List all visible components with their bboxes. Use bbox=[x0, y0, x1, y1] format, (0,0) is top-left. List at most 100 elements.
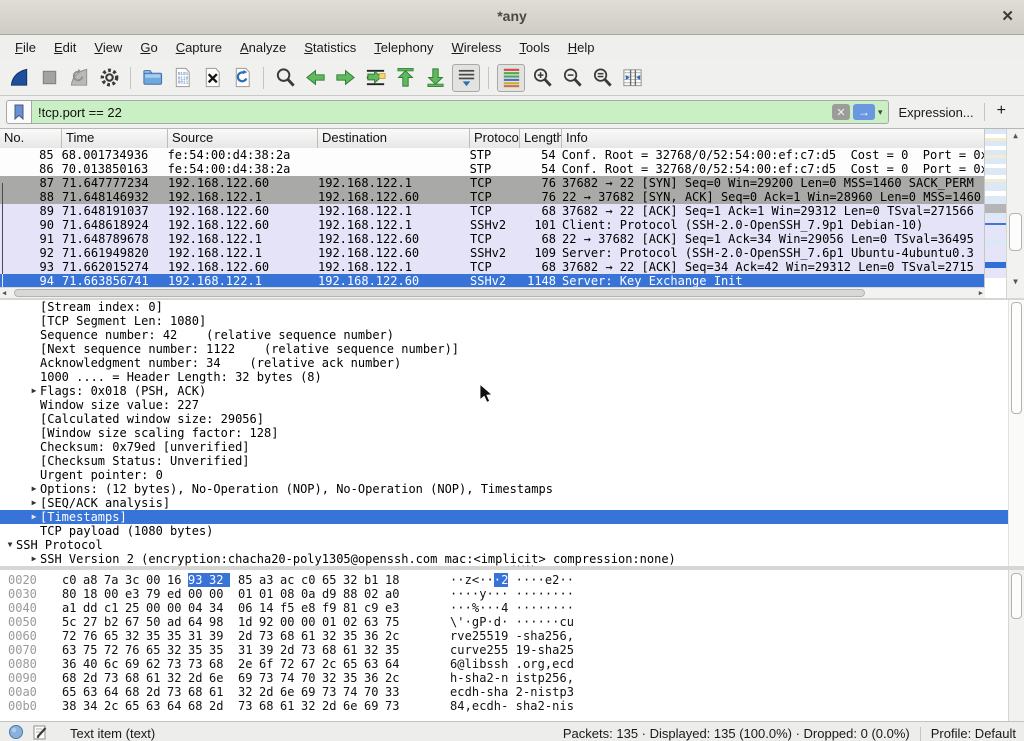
auto-scroll-icon[interactable] bbox=[452, 64, 480, 92]
hex-byte[interactable]: a8 bbox=[83, 573, 104, 587]
hex-byte[interactable]: 2d bbox=[322, 699, 343, 713]
hex-byte[interactable]: 2c bbox=[322, 657, 343, 671]
stop-capture-icon[interactable] bbox=[36, 65, 62, 91]
hex-byte[interactable]: 32 bbox=[301, 699, 322, 713]
hex-byte[interactable]: 2c bbox=[385, 629, 406, 643]
hex-byte[interactable]: 39 bbox=[209, 629, 230, 643]
packet-row-91[interactable]: 9171.648789678192.168.122.1192.168.122.6… bbox=[0, 232, 985, 246]
hex-byte[interactable]: 1d bbox=[238, 615, 259, 629]
hex-byte[interactable]: 65 bbox=[343, 657, 364, 671]
hex-byte[interactable]: 6c bbox=[104, 657, 125, 671]
hex-byte[interactable]: 35 bbox=[167, 629, 188, 643]
expression-button[interactable]: Expression... bbox=[889, 105, 984, 120]
hex-byte[interactable]: 35 bbox=[188, 643, 209, 657]
colorize-icon[interactable] bbox=[497, 64, 525, 92]
hex-byte[interactable]: 62 bbox=[146, 657, 167, 671]
status-profile[interactable]: Profile: Default bbox=[931, 726, 1016, 741]
hex-byte[interactable]: 76 bbox=[83, 629, 104, 643]
hex-byte[interactable]: ac bbox=[280, 573, 301, 587]
scroll-thumb[interactable] bbox=[14, 289, 865, 297]
hex-byte[interactable]: 2d bbox=[188, 671, 209, 685]
hex-byte[interactable]: 75 bbox=[385, 615, 406, 629]
hex-byte[interactable]: 14 bbox=[259, 601, 280, 615]
expand-arrow-icon[interactable]: ▶ bbox=[28, 552, 40, 566]
scroll-up-icon[interactable]: ▲ bbox=[1007, 131, 1024, 140]
hex-byte[interactable]: 00 bbox=[146, 601, 167, 615]
hex-byte[interactable]: 00 bbox=[167, 601, 188, 615]
hex-byte[interactable]: c1 bbox=[104, 601, 125, 615]
expand-arrow-icon[interactable]: ▼ bbox=[4, 538, 16, 552]
hex-row-0080[interactable]: 008036406c69627373682e6f72672c6563646@li… bbox=[0, 657, 1024, 671]
hex-byte[interactable]: b1 bbox=[364, 573, 385, 587]
menu-edit[interactable]: Edit bbox=[45, 37, 85, 58]
hex-byte[interactable]: 65 bbox=[146, 643, 167, 657]
hex-byte[interactable]: d9 bbox=[322, 587, 343, 601]
menu-telephony[interactable]: Telephony bbox=[365, 37, 442, 58]
detail-line[interactable]: [Checksum Status: Unverified] bbox=[0, 454, 1024, 468]
expand-arrow-icon[interactable]: ▶ bbox=[28, 384, 40, 398]
hex-byte[interactable]: 80 bbox=[62, 587, 83, 601]
hex-byte[interactable]: 68 bbox=[209, 657, 230, 671]
detail-line[interactable]: Sequence number: 42 (relative sequence n… bbox=[0, 328, 1024, 342]
hex-byte[interactable]: 73 bbox=[259, 629, 280, 643]
hex-byte[interactable]: 79 bbox=[146, 587, 167, 601]
hex-byte[interactable]: 75 bbox=[83, 643, 104, 657]
hex-byte[interactable]: 32 bbox=[167, 643, 188, 657]
hex-byte[interactable]: 70 bbox=[364, 685, 385, 699]
hex-byte[interactable]: 88 bbox=[343, 587, 364, 601]
hex-byte[interactable]: dd bbox=[83, 601, 104, 615]
hex-byte[interactable]: 2d bbox=[259, 685, 280, 699]
hex-byte[interactable]: 36 bbox=[62, 657, 83, 671]
hex-row-0090[interactable]: 0090682d736861322d6e697374703235362ch-sh… bbox=[0, 671, 1024, 685]
packet-row-87[interactable]: 8771.647777234192.168.122.60192.168.122.… bbox=[0, 176, 985, 190]
hex-byte[interactable]: 73 bbox=[322, 685, 343, 699]
hex-byte[interactable]: 73 bbox=[167, 685, 188, 699]
filter-bookmark-button[interactable] bbox=[6, 100, 31, 124]
hex-byte[interactable]: 61 bbox=[280, 699, 301, 713]
hex-byte[interactable]: 61 bbox=[146, 671, 167, 685]
column-header-protocol[interactable]: Protocol bbox=[470, 129, 520, 148]
capture-comment-icon[interactable] bbox=[32, 724, 48, 741]
hex-byte[interactable]: 32 bbox=[364, 643, 385, 657]
packet-row-92[interactable]: 9271.661949820192.168.122.1192.168.122.6… bbox=[0, 246, 985, 260]
hex-byte[interactable]: ed bbox=[167, 587, 188, 601]
hex-byte[interactable]: e3 bbox=[385, 601, 406, 615]
detail-line[interactable]: TCP payload (1080 bytes) bbox=[0, 524, 1024, 538]
hex-byte[interactable]: 32 bbox=[238, 685, 259, 699]
hex-byte[interactable]: 68 bbox=[280, 629, 301, 643]
hex-byte[interactable]: 76 bbox=[125, 643, 146, 657]
menu-help[interactable]: Help bbox=[559, 37, 604, 58]
hex-byte[interactable]: 68 bbox=[322, 643, 343, 657]
hex-byte[interactable]: 68 bbox=[259, 699, 280, 713]
save-file-icon[interactable]: 010101100011 bbox=[169, 65, 195, 91]
packet-row-93[interactable]: 9371.662015274192.168.122.60192.168.122.… bbox=[0, 260, 985, 274]
hex-byte[interactable]: c0 bbox=[62, 573, 83, 587]
menu-tools[interactable]: Tools bbox=[510, 37, 558, 58]
hex-byte[interactable]: 61 bbox=[301, 629, 322, 643]
packet-list-hscrollbar[interactable]: ◀ ▶ bbox=[0, 287, 985, 298]
close-file-icon[interactable] bbox=[199, 65, 225, 91]
capture-options-icon[interactable] bbox=[96, 65, 122, 91]
hex-byte[interactable]: 32 bbox=[322, 671, 343, 685]
hex-byte[interactable]: f9 bbox=[322, 601, 343, 615]
start-capture-icon[interactable] bbox=[6, 65, 32, 91]
hex-byte[interactable]: 68 bbox=[62, 671, 83, 685]
menu-analyze[interactable]: Analyze bbox=[231, 37, 295, 58]
display-filter-input[interactable] bbox=[32, 105, 832, 120]
detail-vscrollbar[interactable] bbox=[1008, 300, 1024, 566]
detail-line[interactable]: ▶Flags: 0x018 (PSH, ACK) bbox=[0, 384, 1024, 398]
hex-byte[interactable]: a0 bbox=[385, 587, 406, 601]
hex-byte[interactable]: a3 bbox=[259, 573, 280, 587]
filter-apply-button[interactable]: → bbox=[853, 104, 875, 120]
hex-byte[interactable]: 2d bbox=[209, 699, 230, 713]
column-header-source[interactable]: Source bbox=[168, 129, 318, 148]
packet-list-vscrollbar[interactable]: ▲ ▼ bbox=[1006, 129, 1024, 298]
packet-row-94[interactable]: 9471.663856741192.168.122.1192.168.122.6… bbox=[0, 274, 985, 288]
open-file-icon[interactable] bbox=[139, 65, 165, 91]
hex-byte[interactable]: c0 bbox=[301, 573, 322, 587]
scroll-thumb[interactable] bbox=[1011, 302, 1022, 414]
menu-file[interactable]: File bbox=[6, 37, 45, 58]
hex-byte[interactable]: 81 bbox=[343, 601, 364, 615]
hex-byte[interactable]: 36 bbox=[364, 629, 385, 643]
resize-columns-icon[interactable] bbox=[619, 65, 645, 91]
